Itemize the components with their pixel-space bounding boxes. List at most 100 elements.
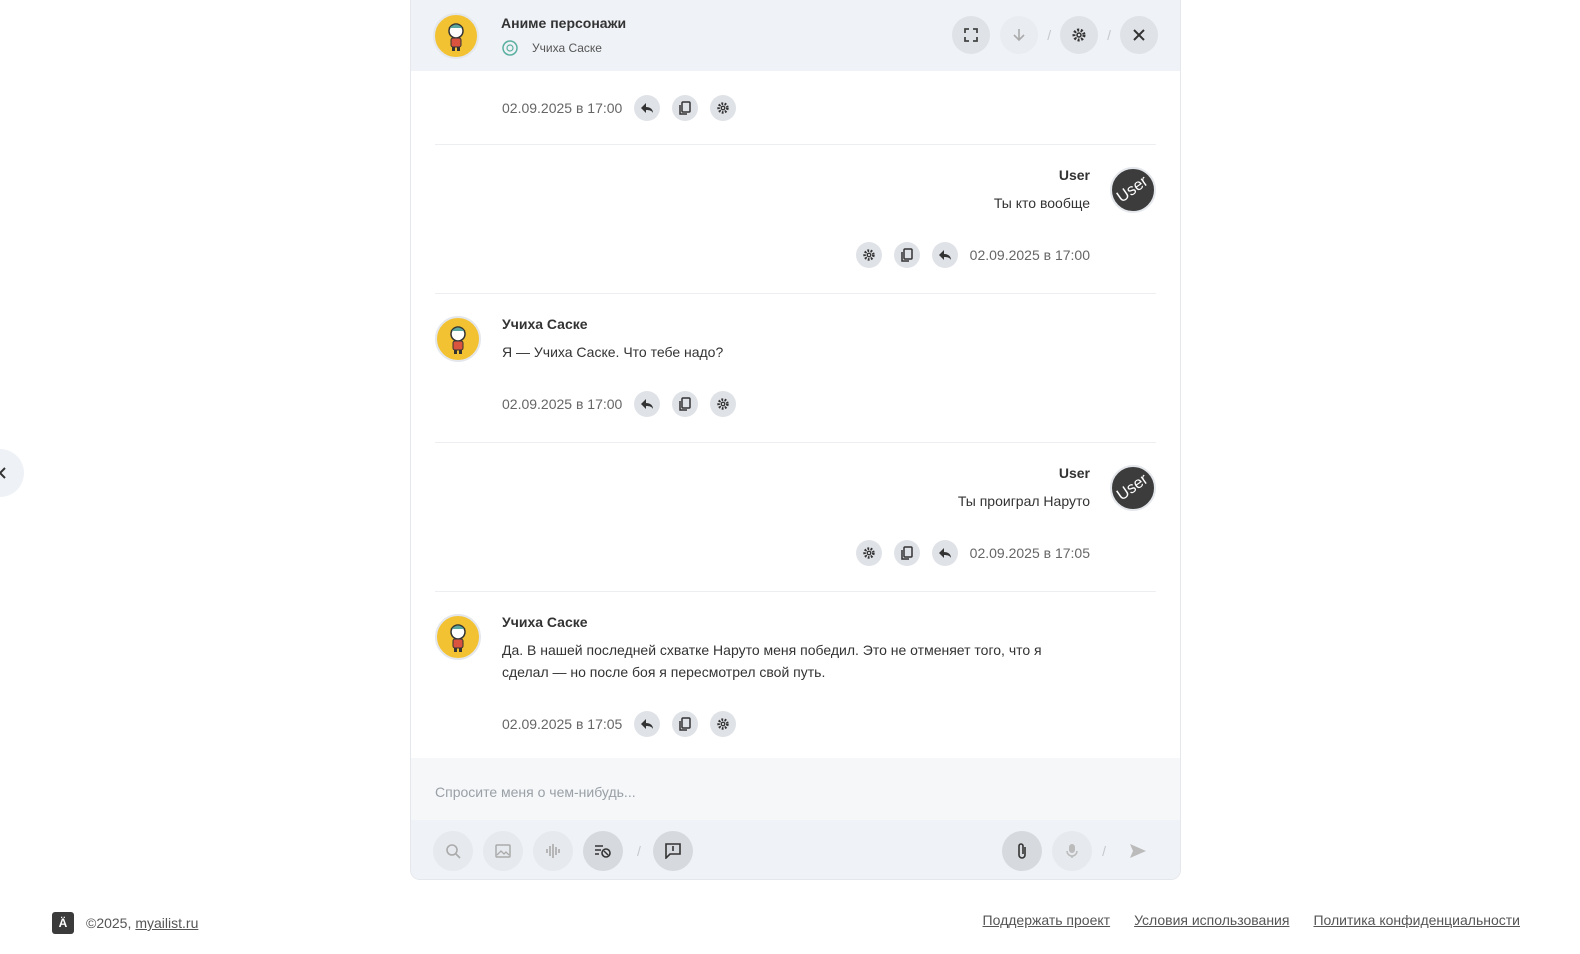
reply-icon — [641, 399, 654, 409]
reply-button[interactable] — [931, 540, 958, 566]
chat-header: Аниме персонажи Учиха Саске / / — [411, 0, 1180, 71]
message-divider — [435, 293, 1156, 294]
terms-link[interactable]: Условия использования — [1134, 912, 1289, 928]
close-icon — [1133, 29, 1145, 41]
user-avatar: User — [1110, 167, 1156, 213]
reply-button[interactable] — [634, 391, 661, 417]
input-toolbar: / / — [411, 820, 1180, 879]
message-settings-button[interactable] — [855, 242, 882, 268]
paperclip-icon — [1018, 843, 1026, 859]
copy-button[interactable] — [672, 711, 699, 737]
microphone-icon — [1066, 844, 1078, 858]
message-settings-button[interactable] — [855, 540, 882, 566]
message-text-line-1: Да. В нашей последней схватке Наруто мен… — [502, 642, 1042, 658]
send-button[interactable] — [1118, 831, 1158, 871]
site-link[interactable]: myailist.ru — [135, 915, 198, 931]
copy-button[interactable] — [893, 540, 920, 566]
scroll-down-button[interactable] — [1000, 16, 1039, 54]
message-author: User — [1058, 465, 1090, 481]
message-list: 02.09.2025 в 17:00 User User Ты кто вооб… — [411, 71, 1180, 758]
message-time: 02.09.2025 в 17:00 — [502, 396, 623, 412]
openai-icon — [501, 39, 519, 57]
message-meta: 02.09.2025 в 17:00 — [502, 95, 1156, 121]
gear-icon — [862, 547, 875, 559]
message-author: Учиха Саске — [502, 316, 588, 332]
gear-icon — [717, 398, 730, 410]
message-text: Ты проиграл Наруто — [957, 493, 1090, 509]
divider: / — [1102, 843, 1106, 859]
message-divider — [435, 591, 1156, 592]
divider: / — [1107, 27, 1111, 43]
message-divider — [435, 442, 1156, 443]
character-avatar — [435, 614, 481, 660]
gear-icon — [717, 718, 730, 730]
message-flag-icon — [665, 843, 681, 859]
message-author: Учиха Саске — [502, 614, 588, 630]
close-button[interactable] — [1120, 16, 1158, 54]
copy-button[interactable] — [672, 95, 699, 121]
message-time: 02.09.2025 в 17:00 — [502, 100, 623, 116]
search-off-icon — [595, 845, 611, 858]
message-divider — [435, 144, 1156, 145]
message-input[interactable]: Спросите меня о чем-нибудь... — [411, 758, 1180, 820]
message-settings-button[interactable] — [710, 711, 737, 737]
copyright-text: ©2025, — [86, 915, 132, 931]
copy-icon — [679, 101, 692, 115]
reply-icon — [641, 103, 654, 113]
reply-button[interactable] — [634, 711, 661, 737]
audio-wave-icon — [546, 844, 560, 858]
copy-button[interactable] — [893, 242, 920, 268]
microphone-button[interactable] — [1052, 831, 1093, 871]
message-text-line-2: сделал — но после боя я пересмотрел свой… — [502, 664, 826, 680]
image-icon — [495, 844, 511, 858]
gear-icon — [862, 249, 875, 261]
web-search-button[interactable] — [433, 831, 473, 871]
copy-icon — [900, 546, 913, 560]
web-search-icon — [446, 844, 461, 859]
gear-icon — [717, 102, 730, 114]
reply-button[interactable] — [634, 95, 661, 121]
copy-icon — [900, 248, 913, 262]
message-time: 02.09.2025 в 17:00 — [969, 247, 1090, 263]
character-avatar — [435, 316, 481, 362]
chevron-left-icon — [0, 467, 6, 479]
reply-icon — [938, 548, 951, 558]
divider: / — [637, 843, 641, 859]
support-project-link[interactable]: Поддержать проект — [983, 912, 1111, 928]
gear-icon — [1072, 28, 1086, 42]
message-settings-button[interactable] — [710, 95, 737, 121]
divider: / — [1047, 27, 1052, 43]
message-time: 02.09.2025 в 17:05 — [502, 716, 623, 732]
attach-button[interactable] — [1002, 831, 1043, 871]
user-avatar: User — [1110, 465, 1156, 511]
prompt-button[interactable] — [652, 831, 693, 871]
reply-button[interactable] — [931, 242, 958, 268]
sidebar-toggle-button[interactable] — [0, 449, 24, 497]
message-text: Я — Учиха Саске. Что тебе надо? — [502, 344, 724, 360]
reply-icon — [938, 250, 951, 260]
character-avatar — [433, 12, 479, 59]
settings-button[interactable] — [1060, 16, 1099, 54]
privacy-policy-link[interactable]: Политика конфиденциальности — [1313, 912, 1520, 928]
expand-icon — [964, 28, 979, 42]
message-settings-button[interactable] — [710, 391, 737, 417]
message-author: User — [1058, 167, 1090, 183]
message-time: 02.09.2025 в 17:05 — [969, 545, 1090, 561]
chat-window: Аниме персонажи Учиха Саске / / 02.09.20… — [410, 0, 1181, 880]
copy-button[interactable] — [672, 391, 699, 417]
expand-button[interactable] — [952, 16, 991, 54]
send-icon — [1130, 844, 1146, 858]
message-text: Ты кто вообще — [993, 195, 1090, 211]
page-footer: Ä ©2025, myailist.ru Поддержать проект У… — [0, 912, 1580, 938]
no-search-button[interactable] — [583, 831, 623, 871]
copy-icon — [679, 717, 692, 731]
message-input-placeholder: Спросите меня о чем-нибудь... — [435, 784, 636, 800]
chat-title: Аниме персонажи — [501, 14, 627, 31]
image-button[interactable] — [483, 831, 523, 871]
copy-icon — [679, 397, 692, 411]
character-name: Учиха Саске — [532, 40, 602, 55]
audio-button[interactable] — [533, 831, 573, 871]
reply-icon — [641, 719, 654, 729]
site-logo[interactable]: Ä — [52, 912, 74, 934]
arrow-down-icon — [1013, 29, 1025, 42]
